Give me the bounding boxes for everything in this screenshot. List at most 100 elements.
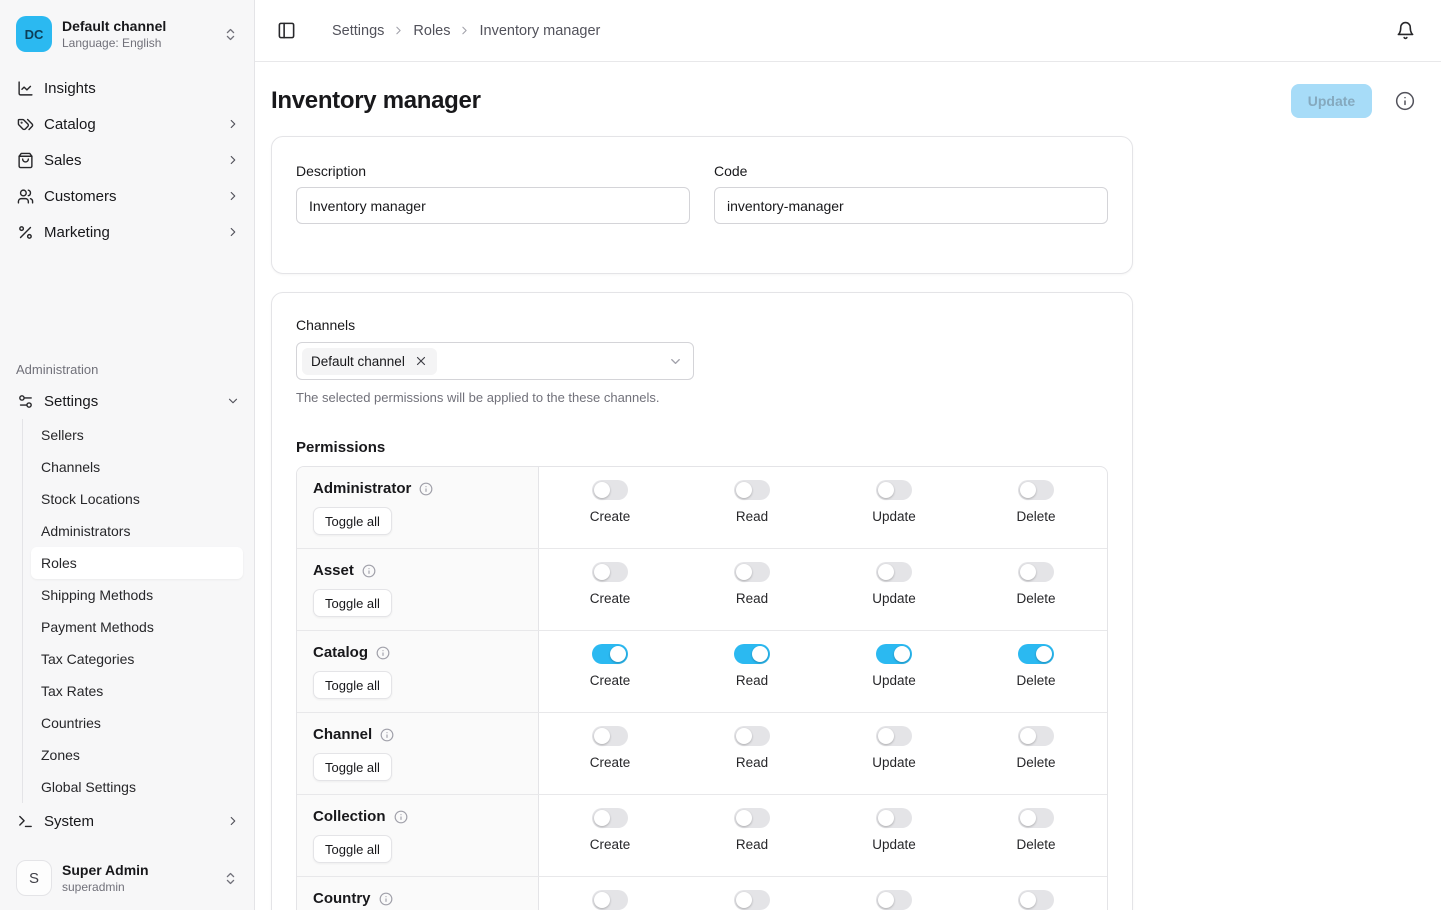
- panel-left-icon: [277, 21, 296, 40]
- description-input[interactable]: [296, 187, 690, 224]
- info-icon[interactable]: [379, 892, 393, 906]
- permission-toggle[interactable]: [592, 480, 628, 500]
- shopping-bag-icon: [17, 152, 34, 169]
- sidebar-item-system[interactable]: System: [0, 803, 254, 839]
- permission-toggle[interactable]: [734, 562, 770, 582]
- remove-channel-icon[interactable]: [414, 354, 428, 368]
- info-icon[interactable]: [376, 646, 390, 660]
- permission-row: Collection Toggle all Create Read Update…: [297, 794, 1107, 876]
- sidebar-item-catalog[interactable]: Catalog: [0, 106, 254, 142]
- sidebar-item-label: Catalog: [44, 116, 216, 133]
- permission-cell: Create: [539, 795, 681, 876]
- sidebar-item-marketing[interactable]: Marketing: [0, 214, 254, 250]
- permission-entity-name: Catalog: [313, 644, 368, 661]
- permissions-table: Administrator Toggle all Create Read Upd…: [296, 466, 1108, 910]
- sidebar-item-channels[interactable]: Channels: [31, 451, 243, 483]
- permission-row: Asset Toggle all Create Read Update Dele…: [297, 548, 1107, 630]
- info-icon[interactable]: [419, 482, 433, 496]
- notifications-button[interactable]: [1392, 17, 1419, 44]
- code-input[interactable]: [714, 187, 1108, 224]
- toggle-all-button[interactable]: Toggle all: [313, 589, 392, 617]
- sidebar-item-payment-methods[interactable]: Payment Methods: [31, 611, 243, 643]
- toggle-all-button[interactable]: Toggle all: [313, 753, 392, 781]
- permission-toggle[interactable]: [876, 480, 912, 500]
- permission-toggle[interactable]: [734, 726, 770, 746]
- sidebar-item-insights[interactable]: Insights: [0, 70, 254, 106]
- permission-toggle[interactable]: [734, 644, 770, 664]
- permission-label: Create: [590, 673, 631, 688]
- sidebar-item-customers[interactable]: Customers: [0, 178, 254, 214]
- permission-label: Update: [872, 591, 916, 606]
- sidebar-item-label: System: [44, 813, 216, 830]
- sidebar-toggle-button[interactable]: [273, 17, 300, 44]
- permission-toggle[interactable]: [734, 480, 770, 500]
- users-icon: [17, 188, 34, 205]
- sidebar-item-tax-categories[interactable]: Tax Categories: [31, 643, 243, 675]
- page-info-button[interactable]: [1391, 87, 1419, 115]
- permission-toggle[interactable]: [876, 890, 912, 910]
- permission-label: Create: [590, 755, 631, 770]
- permission-toggle[interactable]: [876, 808, 912, 828]
- permission-label: Read: [736, 673, 768, 688]
- permission-toggle[interactable]: [734, 890, 770, 910]
- permission-toggle[interactable]: [876, 562, 912, 582]
- info-icon[interactable]: [380, 728, 394, 742]
- chevron-right-icon: [226, 189, 240, 203]
- page-title: Inventory manager: [271, 87, 1291, 115]
- permission-toggle[interactable]: [592, 562, 628, 582]
- toggle-all-button[interactable]: Toggle all: [313, 671, 392, 699]
- permission-cell: Create: [539, 549, 681, 630]
- breadcrumb-settings[interactable]: Settings: [332, 23, 384, 39]
- permission-toggle[interactable]: [592, 726, 628, 746]
- sidebar-item-countries[interactable]: Countries: [31, 707, 243, 739]
- permission-toggle[interactable]: [1018, 562, 1054, 582]
- permission-cell: Read: [681, 549, 823, 630]
- channels-select[interactable]: Default channel: [296, 342, 694, 380]
- permission-cell: Create: [539, 631, 681, 712]
- permission-label: Delete: [1016, 837, 1055, 852]
- sidebar-item-settings[interactable]: Settings: [0, 383, 254, 419]
- toggle-all-button[interactable]: Toggle all: [313, 507, 392, 535]
- permission-toggle[interactable]: [592, 644, 628, 664]
- info-icon[interactable]: [394, 810, 408, 824]
- permission-cell: Read: [681, 795, 823, 876]
- percent-icon: [17, 224, 34, 241]
- permission-entity-cell: Channel Toggle all: [297, 713, 539, 794]
- page: Inventory manager Update Description Cod…: [255, 62, 1441, 910]
- permission-toggle[interactable]: [1018, 726, 1054, 746]
- user-switcher[interactable]: S Super Admin superadmin: [10, 856, 244, 900]
- permission-toggle[interactable]: [876, 644, 912, 664]
- channels-label: Channels: [296, 317, 1108, 333]
- permission-toggle[interactable]: [876, 726, 912, 746]
- toggle-all-button[interactable]: Toggle all: [313, 835, 392, 863]
- permission-label: Update: [872, 837, 916, 852]
- permission-toggle[interactable]: [734, 808, 770, 828]
- channel-language: Language: English: [62, 36, 213, 51]
- update-button[interactable]: Update: [1291, 84, 1372, 118]
- breadcrumb-roles[interactable]: Roles: [413, 23, 450, 39]
- permission-label: Read: [736, 591, 768, 606]
- permission-toggle[interactable]: [592, 890, 628, 910]
- sidebar-item-label: Customers: [44, 188, 216, 205]
- sidebar-item-shipping-methods[interactable]: Shipping Methods: [31, 579, 243, 611]
- permission-toggle[interactable]: [1018, 890, 1054, 910]
- sidebar-item-tax-rates[interactable]: Tax Rates: [31, 675, 243, 707]
- permission-toggle[interactable]: [592, 808, 628, 828]
- permission-toggle[interactable]: [1018, 480, 1054, 500]
- sidebar-item-stock-locations[interactable]: Stock Locations: [31, 483, 243, 515]
- sidebar-item-roles[interactable]: Roles: [31, 547, 243, 579]
- chevron-right-icon: [226, 153, 240, 167]
- chevron-down-icon: [226, 394, 240, 408]
- info-icon[interactable]: [362, 564, 376, 578]
- sidebar-item-sales[interactable]: Sales: [0, 142, 254, 178]
- sidebar-item-global-settings[interactable]: Global Settings: [31, 771, 243, 803]
- permission-cell: Create: [539, 713, 681, 794]
- sidebar-item-sellers[interactable]: Sellers: [31, 419, 243, 451]
- sidebar-item-zones[interactable]: Zones: [31, 739, 243, 771]
- sidebar-item-administrators[interactable]: Administrators: [31, 515, 243, 547]
- permission-entity-cell: Asset Toggle all: [297, 549, 539, 630]
- permission-row: Catalog Toggle all Create Read Update De…: [297, 630, 1107, 712]
- permission-toggle[interactable]: [1018, 808, 1054, 828]
- channel-switcher[interactable]: DC Default channel Language: English: [10, 12, 244, 56]
- permission-toggle[interactable]: [1018, 644, 1054, 664]
